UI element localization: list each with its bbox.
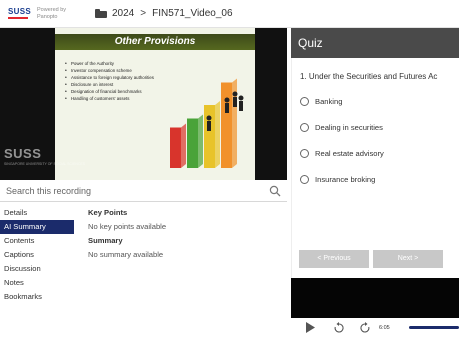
quiz-option[interactable]: Dealing in securities <box>300 123 383 132</box>
slide-bar <box>170 127 181 168</box>
option-label: Real estate advisory <box>315 149 384 158</box>
folder-icon <box>95 9 107 18</box>
nav-item-details[interactable]: Details <box>0 206 80 220</box>
slide-bar-side <box>215 101 220 168</box>
summary-heading: Summary <box>88 236 123 245</box>
top-bar: SUSS Powered by Panopto 2024 > FIN571_Vi… <box>0 0 459 28</box>
breadcrumb: 2024 > FIN571_Video_06 <box>95 8 233 19</box>
logo-text: SUSS <box>8 7 31 16</box>
slide: Other Provisions Power of the Authority … <box>55 28 255 180</box>
radio-button[interactable] <box>300 97 309 106</box>
watermark-logo: SUSS <box>4 146 42 161</box>
suss-logo[interactable]: SUSS <box>8 8 31 19</box>
nav-item-discussion[interactable]: Discussion <box>0 262 80 276</box>
nav-item-captions[interactable]: Captions <box>0 248 80 262</box>
ai-summary-panel: Key Points No key points available Summa… <box>88 206 278 262</box>
previous-button[interactable]: < Previous <box>299 250 369 268</box>
option-label: Insurance broking <box>315 175 376 184</box>
quiz-option[interactable]: Banking <box>300 97 342 106</box>
progress-bar[interactable] <box>409 326 459 329</box>
slide-bar <box>204 105 215 168</box>
key-points-heading: Key Points <box>88 208 128 217</box>
search-icon[interactable] <box>269 185 281 197</box>
quiz-header: Quiz <box>291 28 459 58</box>
search-input[interactable] <box>6 185 256 196</box>
breadcrumb-session: FIN571_Video_06 <box>152 8 233 19</box>
slide-bar-side <box>181 123 186 168</box>
side-nav: Details AI Summary Contents Captions Dis… <box>0 206 80 304</box>
radio-button[interactable] <box>300 149 309 158</box>
logo-underline <box>8 17 28 19</box>
play-icon[interactable] <box>305 322 315 333</box>
slide-bar <box>221 82 232 168</box>
player-controls: 6:05 <box>291 318 459 337</box>
next-button[interactable]: Next > <box>373 250 443 268</box>
option-label: Banking <box>315 97 343 106</box>
forward-icon[interactable] <box>359 321 371 334</box>
nav-item-ai-summary[interactable]: AI Summary <box>0 220 74 234</box>
slide-bar-side <box>198 114 203 168</box>
radio-button[interactable] <box>300 175 309 184</box>
option-label: Dealing in securities <box>315 123 383 132</box>
breadcrumb-separator: > <box>140 8 147 19</box>
summary-text: No summary available <box>88 250 164 259</box>
video-player[interactable]: Other Provisions Power of the Authority … <box>0 28 287 180</box>
quiz-option[interactable]: Real estate advisory <box>300 149 384 158</box>
quiz-option[interactable]: Insurance broking <box>300 175 375 184</box>
current-time: 6:05 <box>379 324 390 331</box>
search-bar <box>0 180 287 202</box>
nav-item-bookmarks[interactable]: Bookmarks <box>0 290 80 304</box>
nav-item-contents[interactable]: Contents <box>0 234 80 248</box>
radio-button[interactable] <box>300 123 309 132</box>
slide-illustration <box>170 78 244 168</box>
quiz-question: 1. Under the Securities and Futures Ac <box>300 72 438 81</box>
powered-by-text: Powered by Panopto <box>37 7 67 20</box>
slide-bar <box>187 118 198 168</box>
video-screen[interactable] <box>291 278 459 318</box>
rewind-icon[interactable] <box>333 321 345 334</box>
breadcrumb-folder[interactable]: 2024 <box>112 8 134 19</box>
key-points-text: No key points available <box>88 222 167 231</box>
watermark-subtitle: SINGAPORE UNIVERSITY OF SOCIAL SCIENCES <box>4 162 86 166</box>
quiz-panel: 1. Under the Securities and Futures Ac B… <box>291 58 459 278</box>
nav-item-notes[interactable]: Notes <box>0 276 80 290</box>
